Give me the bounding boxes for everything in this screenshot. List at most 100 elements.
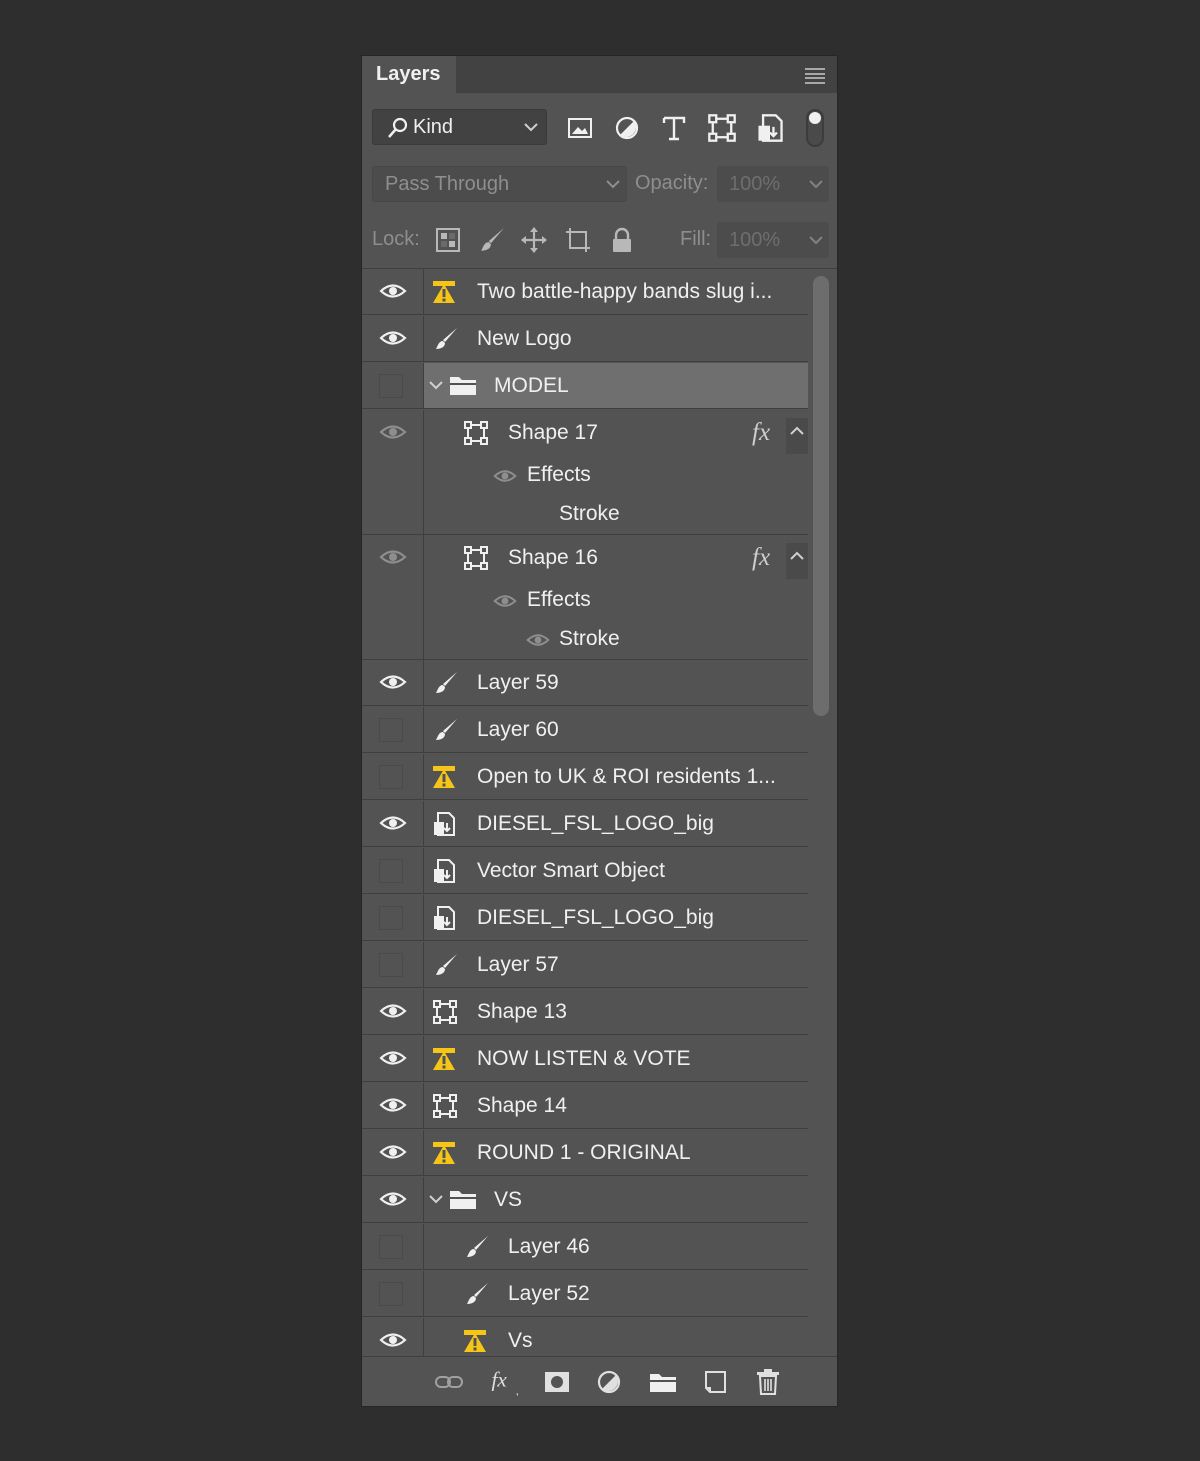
eye-icon[interactable]	[379, 1049, 407, 1067]
visibility-box[interactable]	[379, 953, 403, 977]
filter-toggle-switch[interactable]	[806, 109, 824, 147]
effects-eye-icon[interactable]	[493, 593, 517, 609]
visibility-box[interactable]	[379, 718, 403, 742]
collapse-effects-button[interactable]	[786, 418, 808, 454]
visibility-box[interactable]	[379, 765, 403, 789]
filter-kind-select[interactable]: Kind	[372, 109, 547, 145]
lock-all-icon[interactable]	[608, 226, 636, 254]
chevron-down-icon[interactable]	[429, 380, 443, 390]
eye-icon[interactable]	[379, 329, 407, 347]
eye-icon[interactable]	[379, 673, 407, 691]
eye-icon[interactable]	[379, 1331, 407, 1349]
visibility-toggle[interactable]	[362, 989, 424, 1034]
visibility-toggle[interactable]	[362, 1271, 424, 1316]
mask-icon[interactable]	[542, 1367, 572, 1397]
eye-icon[interactable]	[379, 1190, 407, 1208]
trash-icon[interactable]	[753, 1367, 783, 1397]
layer-row[interactable]: Shape 14	[362, 1083, 808, 1129]
filter-adjustment-icon[interactable]	[612, 113, 642, 143]
eye-icon[interactable]	[379, 814, 407, 832]
layer-row[interactable]: Shape 16 fx Effects Stroke	[362, 535, 808, 660]
filter-type-icon[interactable]	[659, 113, 689, 143]
panel-menu-icon[interactable]	[805, 68, 825, 84]
eye-icon[interactable]	[379, 1096, 407, 1114]
layer-row[interactable]: Two battle-happy bands slug i...	[362, 269, 808, 315]
eye-icon[interactable]	[379, 548, 407, 566]
paint-brush-icon	[433, 717, 459, 743]
visibility-toggle[interactable]	[362, 1083, 424, 1128]
visibility-toggle[interactable]	[362, 707, 424, 752]
layer-row[interactable]: Shape 13	[362, 989, 808, 1035]
layer-row[interactable]: Vector Smart Object	[362, 848, 808, 894]
visibility-toggle[interactable]	[362, 316, 424, 361]
layer-name: Shape 17	[508, 421, 598, 444]
visibility-toggle[interactable]	[362, 1177, 424, 1222]
effects-eye-icon[interactable]	[493, 468, 517, 484]
layer-row[interactable]: Vs	[362, 1318, 808, 1356]
visibility-toggle[interactable]	[362, 410, 424, 534]
lock-pixels-icon[interactable]	[478, 226, 506, 254]
fx-badge[interactable]: fx	[752, 535, 770, 581]
visibility-toggle[interactable]	[362, 363, 424, 408]
lock-transparent-icon[interactable]	[434, 226, 462, 254]
opacity-field[interactable]: 100%	[717, 166, 829, 202]
layer-row[interactable]: Layer 60	[362, 707, 808, 753]
filter-shape-icon[interactable]	[707, 113, 737, 143]
visibility-toggle[interactable]	[362, 942, 424, 987]
visibility-toggle[interactable]	[362, 1224, 424, 1269]
link-icon[interactable]	[434, 1367, 464, 1397]
layer-name: DIESEL_FSL_LOGO_big	[477, 812, 714, 835]
scrollbar-thumb[interactable]	[813, 276, 829, 716]
adjustment-icon[interactable]	[594, 1367, 624, 1397]
lock-position-icon[interactable]	[520, 226, 548, 254]
layer-row[interactable]: ROUND 1 - ORIGINAL	[362, 1130, 808, 1176]
folder-icon[interactable]	[648, 1367, 678, 1397]
visibility-toggle[interactable]	[362, 535, 424, 659]
visibility-toggle[interactable]	[362, 848, 424, 893]
visibility-toggle[interactable]	[362, 1130, 424, 1175]
visibility-box[interactable]	[379, 906, 403, 930]
blend-mode-select[interactable]: Pass Through	[372, 166, 627, 202]
visibility-box[interactable]	[379, 1235, 403, 1259]
stroke-label: Stroke	[559, 502, 620, 525]
layer-row[interactable]: Layer 52	[362, 1271, 808, 1317]
visibility-toggle[interactable]	[362, 1036, 424, 1081]
eye-icon[interactable]	[379, 282, 407, 300]
layer-row-selected[interactable]: MODEL	[362, 363, 808, 409]
visibility-toggle[interactable]	[362, 269, 424, 314]
layer-row[interactable]: NOW LISTEN & VOTE	[362, 1036, 808, 1082]
layer-row[interactable]: Layer 57	[362, 942, 808, 988]
layer-row[interactable]: VS	[362, 1177, 808, 1223]
layer-name: Shape 16	[508, 546, 598, 569]
visibility-toggle[interactable]	[362, 660, 424, 705]
stroke-eye-icon[interactable]	[526, 632, 550, 648]
chevron-down-icon[interactable]	[429, 1194, 443, 1204]
lock-artboard-icon[interactable]	[564, 226, 592, 254]
visibility-toggle[interactable]	[362, 1318, 424, 1356]
eye-icon[interactable]	[379, 1143, 407, 1161]
layer-row[interactable]: Shape 17 fx Effects Stroke	[362, 410, 808, 535]
new-layer-icon[interactable]	[700, 1367, 730, 1397]
visibility-toggle[interactable]	[362, 754, 424, 799]
eye-icon[interactable]	[379, 423, 407, 441]
visibility-box[interactable]	[379, 374, 403, 398]
fill-field[interactable]: 100%	[717, 222, 829, 258]
visibility-toggle[interactable]	[362, 801, 424, 846]
layer-row[interactable]: DIESEL_FSL_LOGO_big	[362, 801, 808, 847]
layer-row[interactable]: Layer 59	[362, 660, 808, 706]
tab-layers[interactable]: Layers	[362, 56, 456, 93]
visibility-box[interactable]	[379, 859, 403, 883]
filter-smart-object-icon[interactable]	[755, 113, 785, 143]
layer-row[interactable]: Open to UK & ROI residents 1...	[362, 754, 808, 800]
layer-row[interactable]: New Logo	[362, 316, 808, 362]
layer-row[interactable]: Layer 46	[362, 1224, 808, 1270]
fx-icon[interactable]: fx	[488, 1367, 518, 1397]
layer-row[interactable]: DIESEL_FSL_LOGO_big	[362, 895, 808, 941]
filter-pixel-icon[interactable]	[565, 113, 595, 143]
eye-icon[interactable]	[379, 1002, 407, 1020]
visibility-toggle[interactable]	[362, 895, 424, 940]
fx-badge[interactable]: fx	[752, 410, 770, 456]
collapse-effects-button[interactable]	[786, 543, 808, 579]
paint-brush-icon	[433, 670, 459, 696]
visibility-box[interactable]	[379, 1282, 403, 1306]
